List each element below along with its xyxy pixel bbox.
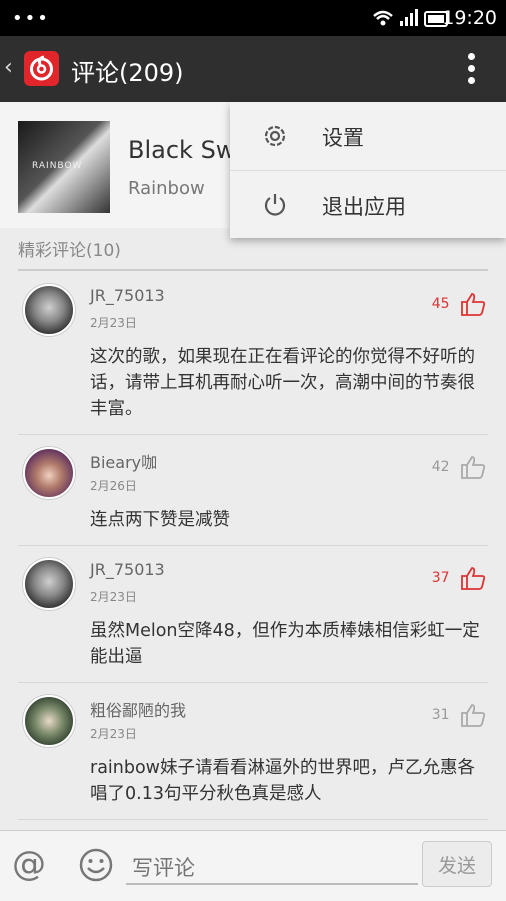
like-count: 31 xyxy=(431,707,450,723)
menu-item-label: 设置 xyxy=(322,126,364,150)
comment-date: 2月26日 xyxy=(90,479,137,493)
thumbs-up-icon xyxy=(461,704,486,727)
comment-text: 连点两下赞是减赞 xyxy=(90,510,230,530)
avatar[interactable] xyxy=(23,558,75,610)
app-bar: ‹ 评论(209) xyxy=(0,36,506,102)
comment-username[interactable]: JR_75013 xyxy=(90,560,165,579)
comment-text: 这次的歌，如果现在正在看评论的你觉得不好听的话，请带上耳机再耐心听一次，高潮中间… xyxy=(90,347,475,419)
comment-list: JR_75013 2月23日 45 这次的歌，如果现在正在看评论的你觉得不好听的… xyxy=(0,272,506,820)
comment-item: JR_75013 2月23日 45 这次的歌，如果现在正在看评论的你觉得不好听的… xyxy=(18,272,488,435)
comment-item: JR_75013 2月23日 37 虽然Melon空降48，但作为本质棒婊相信彩… xyxy=(18,546,488,683)
clock: 19:20 xyxy=(442,7,497,29)
comment-username[interactable]: JR_75013 xyxy=(90,286,165,305)
app-logo-icon[interactable] xyxy=(24,51,59,86)
power-icon xyxy=(262,192,288,222)
comment-username[interactable]: Bieary咖 xyxy=(90,449,157,473)
like-button[interactable]: 42 xyxy=(432,455,486,479)
avatar[interactable] xyxy=(23,695,75,747)
like-count: 37 xyxy=(431,570,450,586)
mention-button[interactable]: @ xyxy=(12,844,46,884)
gear-icon xyxy=(262,123,288,153)
section-header: 精彩评论(10) xyxy=(18,236,488,271)
comment-username[interactable]: 粗俗鄙陋的我 xyxy=(90,697,186,721)
comment-item: 粗俗鄙陋的我 2月23日 31 rainbow妹子请看看淋逼外的世界吧，卢乙允惠… xyxy=(18,683,488,820)
like-button[interactable]: 45 xyxy=(432,292,486,316)
back-button[interactable]: ‹ xyxy=(4,55,13,80)
overflow-menu-icon[interactable] xyxy=(468,53,476,87)
overflow-menu: 设置 退出应用 xyxy=(230,102,506,238)
send-button[interactable]: 发送 xyxy=(422,841,492,887)
menu-item-settings[interactable]: 设置 xyxy=(230,102,506,171)
like-count: 42 xyxy=(431,459,450,475)
avatar[interactable] xyxy=(23,284,75,336)
song-artist: Rainbow xyxy=(128,178,205,199)
album-cover: RAINBOW xyxy=(18,121,110,213)
menu-item-exit[interactable]: 退出应用 xyxy=(230,171,506,239)
page-title: 评论(209) xyxy=(71,59,184,87)
status-bar: ••• 19:20 xyxy=(0,0,506,36)
comment-date: 2月23日 xyxy=(90,316,137,330)
thumbs-up-icon xyxy=(461,456,486,479)
comment-text: rainbow妹子请看看淋逼外的世界吧，卢乙允惠各唱了0.13句平分秋色真是感人 xyxy=(90,758,475,804)
thumbs-up-icon xyxy=(461,567,486,590)
comment-input-bar: @ 发送 xyxy=(0,830,506,901)
like-button[interactable]: 31 xyxy=(432,703,486,727)
comment-item: Bieary咖 2月26日 42 连点两下赞是减赞 xyxy=(18,435,488,546)
comment-text: 虽然Melon空降48，但作为本质棒婊相信彩虹一定能出逼 xyxy=(90,621,480,667)
menu-item-label: 退出应用 xyxy=(322,195,406,219)
avatar[interactable] xyxy=(23,447,75,499)
album-cover-text: RAINBOW xyxy=(32,161,83,171)
comment-date: 2月23日 xyxy=(90,727,137,741)
emoji-icon[interactable] xyxy=(78,847,114,887)
thumbs-up-icon xyxy=(461,293,486,316)
like-count: 45 xyxy=(431,296,450,312)
like-button[interactable]: 37 xyxy=(432,566,486,590)
notification-dots: ••• xyxy=(12,8,50,29)
comment-input[interactable] xyxy=(126,853,418,885)
comment-date: 2月23日 xyxy=(90,590,137,604)
